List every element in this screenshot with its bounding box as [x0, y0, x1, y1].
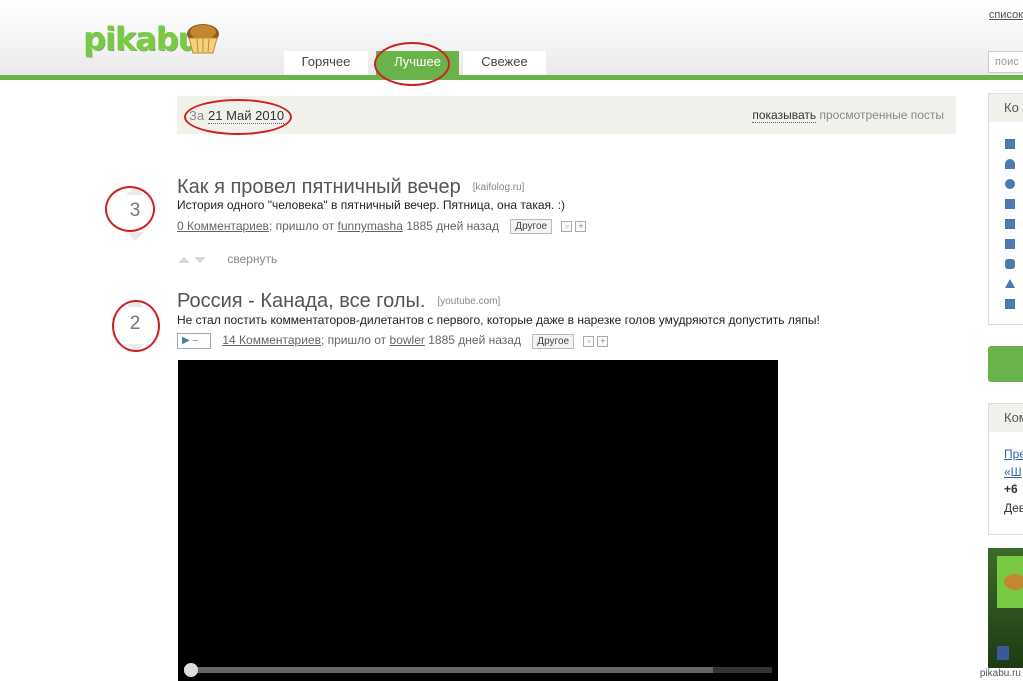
tab-hot[interactable]: Горячее: [284, 51, 368, 75]
post-age: 1885 дней назад: [406, 219, 499, 233]
gear-icon[interactable]: [1005, 179, 1015, 189]
show-viewed-link[interactable]: показывать: [752, 108, 817, 123]
sidebar-comment-link[interactable]: Пре: [1004, 447, 1023, 461]
annotation-circle-rating: [112, 300, 160, 352]
post-description: Не стал постить комментаторов-дилетантов…: [177, 313, 820, 327]
cupcake-logo-icon: [187, 24, 219, 54]
play-toggle-icon[interactable]: ▶ –: [177, 333, 211, 349]
video-player[interactable]: [178, 360, 778, 681]
sidebar-banner-image[interactable]: [988, 548, 1023, 668]
sent-from-label: ; пришло от: [268, 219, 335, 233]
cupcake-banner-icon: [997, 556, 1023, 660]
post-meta: 0 Комментариев; пришло от funnymasha 188…: [177, 219, 587, 235]
video-progress-fill: [184, 667, 714, 673]
chart-icon[interactable]: [1005, 139, 1015, 149]
sent-from-label: ; пришло от: [320, 333, 387, 348]
up-arrow-icon[interactable]: [1005, 279, 1015, 288]
watermark-credit: pikabu.ru: [979, 668, 1021, 679]
post-source: [kaifolog.ru]: [472, 182, 525, 194]
user-icon[interactable]: [1005, 159, 1015, 169]
collapse-link[interactable]: свернуть: [227, 252, 277, 266]
comments-link[interactable]: 14 Комментариев: [222, 333, 321, 347]
sidebar-comment-post-link[interactable]: «Ш: [1004, 465, 1022, 479]
search-input[interactable]: поис: [988, 51, 1023, 73]
top-list-link[interactable]: список: [989, 9, 1023, 21]
collapse-up-icon[interactable]: [178, 256, 190, 263]
add-post-button[interactable]: [988, 346, 1023, 382]
expand-plus-icon[interactable]: +: [597, 335, 609, 347]
post-title-text[interactable]: Россия - Канада, все голы.: [177, 290, 425, 312]
post-title-text[interactable]: Как я провел пятничный вечер: [177, 176, 461, 198]
post-source: [youtube.com]: [437, 296, 501, 308]
sidebar-comments-title: Ком: [989, 404, 1023, 432]
expand-plus-icon[interactable]: +: [575, 221, 587, 233]
annotation-circle-date: [184, 99, 292, 135]
other-button[interactable]: Другое: [532, 333, 575, 349]
sidebar-box-title: Ко: [989, 94, 1023, 122]
site-logo[interactable]: pikabu: [83, 20, 200, 58]
note-icon[interactable]: [1005, 199, 1015, 209]
viewed-posts-toggle[interactable]: показывать просмотренные посты: [752, 108, 944, 123]
list-icon[interactable]: [1005, 219, 1015, 229]
annotation-circle-rating: [105, 186, 155, 232]
sidebar-menu-box: Ко: [988, 93, 1023, 325]
vote-down-icon[interactable]: [126, 232, 144, 241]
site-header: pikabu Горячее Лучшее Свежее список поис: [0, 0, 1023, 80]
post-description: История одного "человека" в пятничный ве…: [177, 198, 566, 212]
post-title[interactable]: Как я провел пятничный вечер [kaifolog.ru…: [177, 176, 524, 199]
other-button[interactable]: Другое: [510, 219, 553, 235]
author-link[interactable]: bowler: [390, 333, 425, 347]
collapse-row: свернуть: [178, 252, 277, 266]
author-link[interactable]: funnymasha: [338, 219, 403, 233]
save-icon[interactable]: ▫: [561, 221, 573, 233]
tab-new[interactable]: Свежее: [463, 51, 546, 75]
save-icon[interactable]: ▫: [583, 335, 595, 347]
post-age: 1885 дней назад: [428, 333, 521, 348]
date-filter-bar: За 21 Май 2010 показывать просмотренные …: [177, 96, 956, 134]
annotation-circle-best-tab: [374, 42, 450, 86]
comment-icon[interactable]: [1005, 259, 1015, 269]
post-title[interactable]: Россия - Канада, все голы. [youtube.com]: [177, 290, 500, 313]
save-disk-icon[interactable]: [1005, 299, 1015, 309]
viewed-posts-label: просмотренные посты: [819, 108, 944, 122]
mail-icon[interactable]: [1005, 239, 1015, 249]
comments-link[interactable]: 0 Комментариев: [177, 219, 269, 233]
collapse-down-icon[interactable]: [194, 256, 206, 263]
video-seek-bar[interactable]: [184, 663, 772, 677]
video-seek-handle[interactable]: [184, 663, 198, 677]
post-meta: ▶ – 14 Комментариев; пришло от bowler 18…: [177, 333, 609, 349]
sidebar-comment-text: Дев: [1004, 501, 1023, 515]
sidebar-comment-rating: +6: [1004, 482, 1018, 496]
